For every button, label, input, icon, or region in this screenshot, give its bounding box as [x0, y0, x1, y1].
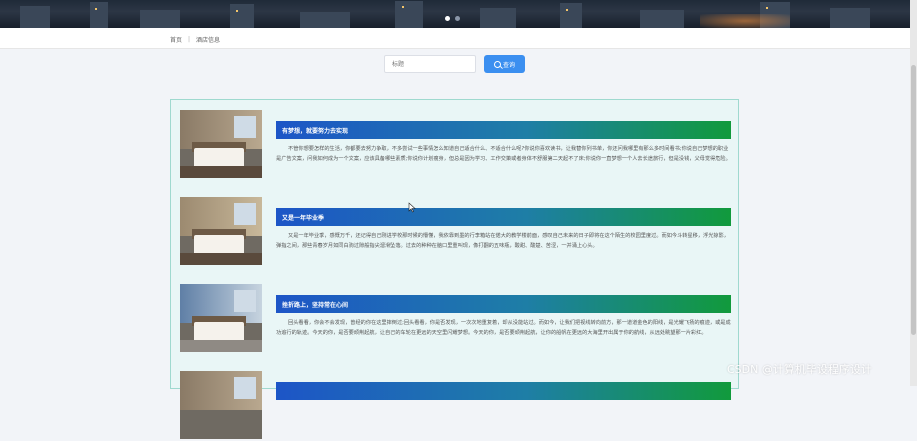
article-summary: 回头看看，你会不会发现，曾经的你在这里摔倒过;回头看看，你是否发现，一次次地重复…: [276, 320, 731, 336]
breadcrumb-bar: 首页 | 酒店信息: [0, 28, 910, 49]
article-summary: 又是一年毕业季，感慨万千，还记得自己刚进学校那时候的懵懂，我依靠到墨的行李箱站在…: [276, 233, 729, 249]
search-bar: 查询: [384, 55, 525, 73]
article-title[interactable]: 有梦想，就要努力去实现: [276, 121, 731, 139]
list-item[interactable]: [180, 371, 731, 441]
article-title[interactable]: 又是一年毕业季: [276, 208, 731, 226]
article-thumbnail[interactable]: [180, 110, 262, 178]
search-icon: [493, 60, 501, 68]
breadcrumb-home[interactable]: 首页: [170, 35, 182, 44]
article-list: 有梦想，就要努力去实现 不管你想要怎样的生活，你都要去努力争取，不多尝试一些事情…: [170, 99, 739, 439]
list-item[interactable]: 又是一年毕业季 又是一年毕业季，感慨万千，还记得自己刚进学校那时候的懵懂，我依靠…: [180, 197, 731, 267]
breadcrumb-current: 酒店信息: [196, 37, 221, 44]
list-item[interactable]: 有梦想，就要努力去实现 不管你想要怎样的生活，你都要去努力争取，不多尝试一些事情…: [180, 110, 731, 180]
breadcrumb-separator: |: [188, 36, 191, 43]
header-banner: [0, 0, 910, 28]
article-thumbnail[interactable]: [180, 284, 262, 352]
article-summary: 不管你想要怎样的生活，你都要去努力争取，不多尝试一些事情怎么知道自己适合什么、不…: [276, 146, 731, 162]
banner-dot[interactable]: [455, 16, 460, 21]
list-item[interactable]: 挫折路上，坚持常在心间 回头看看，你会不会发现，曾经的你在这里摔倒过;回头看看，…: [180, 284, 731, 354]
article-thumbnail[interactable]: [180, 371, 262, 439]
article-title[interactable]: 挫折路上，坚持常在心间: [276, 295, 731, 313]
page-scrollbar[interactable]: [910, 0, 917, 386]
banner-pagination: [445, 16, 460, 21]
watermark: CSDN @计算机毕设程序设计: [727, 363, 872, 376]
scrollbar-thumb[interactable]: [911, 65, 916, 335]
banner-dot[interactable]: [445, 16, 450, 21]
breadcrumb: 首页 | 酒店信息: [170, 35, 220, 44]
article-title[interactable]: [276, 382, 731, 400]
search-input[interactable]: [384, 55, 476, 73]
search-button[interactable]: 查询: [484, 55, 525, 73]
article-thumbnail[interactable]: [180, 197, 262, 265]
search-button-label: 查询: [502, 61, 515, 69]
mouse-cursor-icon: [408, 202, 416, 213]
